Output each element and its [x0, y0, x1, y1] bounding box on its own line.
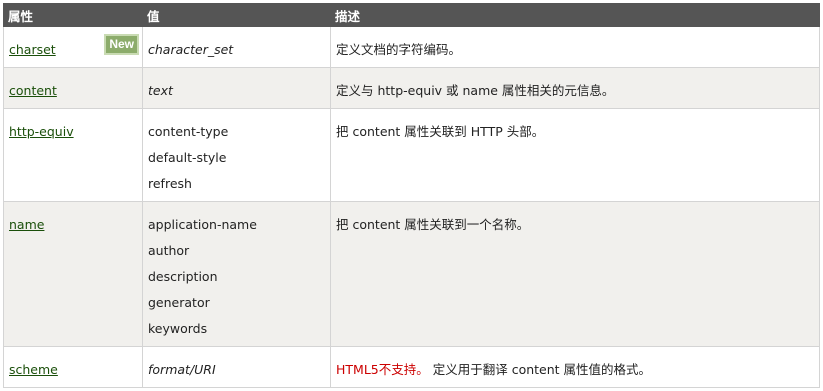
- attribute-cell: content: [3, 67, 143, 109]
- description-cell: 定义与 http-equiv 或 name 属性相关的元信息。: [330, 67, 820, 109]
- value-item: description: [148, 269, 218, 284]
- description-text: 把 content 属性关联到 HTTP 头部。: [336, 124, 545, 139]
- description-text: 定义文档的字符编码。: [336, 42, 462, 57]
- table-header-row: 属性 值 描述: [3, 3, 820, 27]
- not-supported-note: HTML5不支持。: [336, 362, 429, 377]
- attribute-cell: http-equiv: [3, 108, 143, 202]
- value-item: content-type: [148, 124, 229, 139]
- description-text: 定义用于翻译 content 属性值的格式。: [428, 362, 652, 377]
- header-description: 描述: [330, 3, 820, 27]
- value-item: character_set: [148, 42, 234, 57]
- table-row: content text 定义与 http-equiv 或 name 属性相关的…: [3, 67, 820, 109]
- attribute-link-content[interactable]: content: [9, 83, 57, 98]
- attribute-cell: scheme: [3, 346, 143, 388]
- value-cell: application-name author description gene…: [142, 201, 331, 347]
- value-item: refresh: [148, 176, 192, 191]
- value-cell: content-type default-style refresh: [142, 108, 331, 202]
- value-item: generator: [148, 295, 210, 310]
- value-cell: character_set: [142, 26, 331, 68]
- value-item: author: [148, 243, 190, 258]
- attribute-link-http-equiv[interactable]: http-equiv: [9, 124, 74, 139]
- value-item: text: [148, 83, 173, 98]
- value-item: keywords: [148, 321, 208, 336]
- attribute-link-charset[interactable]: charset: [9, 42, 56, 57]
- description-text: 定义与 http-equiv 或 name 属性相关的元信息。: [336, 83, 615, 98]
- header-value: 值: [142, 3, 331, 27]
- attribute-link-name[interactable]: name: [9, 217, 44, 232]
- attribute-link-scheme[interactable]: scheme: [9, 362, 58, 377]
- value-cell: text: [142, 67, 331, 109]
- description-text: 把 content 属性关联到一个名称。: [336, 217, 530, 232]
- description-cell: 定义文档的字符编码。: [330, 26, 820, 68]
- description-cell: 把 content 属性关联到 HTTP 头部。: [330, 108, 820, 202]
- meta-attributes-table: 属性 值 描述 charset New character_set 定义文档的字…: [3, 3, 820, 388]
- attribute-cell: charset New: [3, 26, 143, 68]
- value-item: application-name: [148, 217, 257, 232]
- attribute-cell: name: [3, 201, 143, 347]
- table-row: scheme format/URI HTML5不支持。 定义用于翻译 conte…: [3, 346, 820, 388]
- header-attribute: 属性: [3, 3, 143, 27]
- table-row: http-equiv content-type default-style re…: [3, 108, 820, 202]
- description-cell: 把 content 属性关联到一个名称。: [330, 201, 820, 347]
- value-item: format/URI: [148, 362, 216, 377]
- table-row: charset New character_set 定义文档的字符编码。: [3, 26, 820, 68]
- new-badge: New: [104, 34, 139, 55]
- table-row: name application-name author description…: [3, 201, 820, 347]
- value-item: default-style: [148, 150, 227, 165]
- description-cell: HTML5不支持。 定义用于翻译 content 属性值的格式。: [330, 346, 820, 388]
- value-cell: format/URI: [142, 346, 331, 388]
